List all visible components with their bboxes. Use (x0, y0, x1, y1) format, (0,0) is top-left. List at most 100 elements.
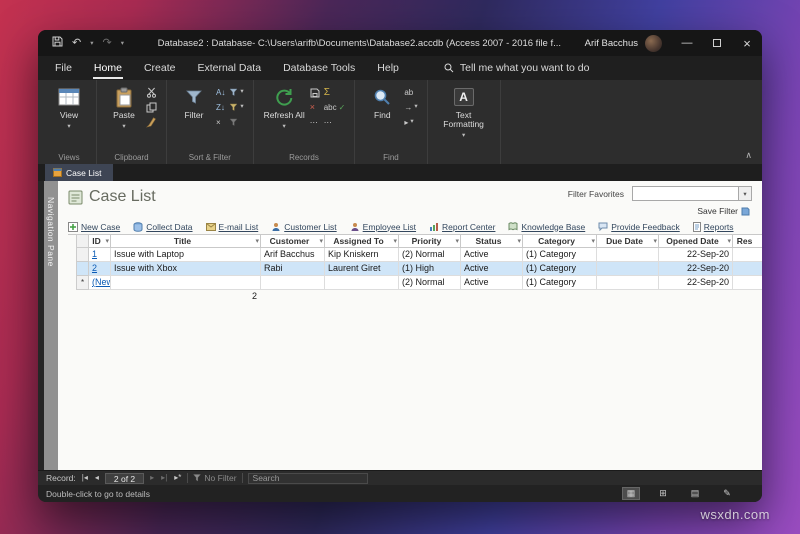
cell-opened-date[interactable]: 22-Sep-20 (659, 276, 733, 290)
cell-res[interactable] (733, 276, 762, 290)
save-icon[interactable] (52, 36, 63, 50)
cell-due-date[interactable] (597, 248, 659, 262)
column-header-opened-date[interactable]: Opened Date ▾ (659, 234, 733, 248)
tab-external-data[interactable]: External Data (196, 57, 262, 79)
tell-me-box[interactable]: Tell me what you want to do (444, 62, 589, 74)
copy-icon[interactable] (146, 102, 157, 113)
totals-icon[interactable]: Σ (324, 87, 346, 98)
tab-help[interactable]: Help (376, 57, 400, 79)
goto-icon[interactable]: → ▾ (404, 102, 417, 113)
close-button[interactable]: × (732, 30, 762, 56)
selection-filter-icon[interactable]: ▾ (229, 87, 244, 98)
collapse-ribbon-icon[interactable]: ∧ (745, 150, 752, 161)
design-view-icon[interactable]: ✎ (718, 487, 736, 500)
format-painter-icon[interactable] (146, 117, 157, 128)
cell-due-date[interactable] (597, 262, 659, 276)
save-record-icon[interactable] (310, 87, 320, 98)
customer-list-link[interactable]: Customer List (271, 222, 337, 232)
tab-home[interactable]: Home (92, 57, 123, 79)
row-selector[interactable] (76, 262, 89, 276)
cell-priority[interactable]: (2) Normal (399, 248, 461, 262)
account-name[interactable]: Arif Bacchus (585, 38, 638, 49)
undo-dropdown-icon[interactable]: ▾ (90, 39, 93, 47)
more-icon[interactable]: ⋯ (324, 117, 346, 128)
spelling-icon[interactable]: abc ✓ (324, 102, 346, 113)
view-button[interactable]: View ▾ (49, 82, 89, 130)
column-header-res[interactable]: Res (733, 234, 762, 248)
cell-opened-date[interactable]: 22-Sep-20 (659, 248, 733, 262)
cut-icon[interactable] (146, 87, 157, 98)
cell-category[interactable]: (1) Category (523, 248, 597, 262)
cell-due-date[interactable] (597, 276, 659, 290)
column-header-status[interactable]: Status ▾ (461, 234, 523, 248)
cell-priority[interactable]: (2) Normal (399, 276, 461, 290)
column-header-id[interactable]: ID ▾ (89, 234, 111, 248)
knowledge-base-link[interactable]: Knowledge Base (508, 222, 585, 232)
doc-tab-case-list[interactable]: Case List (45, 164, 114, 181)
new-case-link[interactable]: New Case (68, 221, 120, 232)
employee-list-link[interactable]: Employee List (350, 222, 416, 232)
maximize-button[interactable] (702, 30, 732, 56)
cell-status[interactable]: Active (461, 262, 523, 276)
advanced-filter-icon[interactable]: ▾ (229, 102, 244, 113)
cell-status[interactable]: Active (461, 248, 523, 262)
report-center-link[interactable]: Report Center (429, 222, 495, 232)
select-all-cell[interactable] (76, 234, 89, 248)
cell-id[interactable]: (New) (89, 276, 111, 290)
record-search-input[interactable] (247, 472, 368, 484)
provide-feedback-link[interactable]: Provide Feedback (598, 222, 680, 232)
pivot-view-icon[interactable]: ⊞ (654, 487, 672, 500)
find-button[interactable]: Find (362, 82, 402, 120)
cell-id[interactable]: 2 (89, 262, 111, 276)
cell-res[interactable] (733, 262, 762, 276)
cell-title[interactable]: Issue with Xbox (111, 262, 261, 276)
cell-category[interactable]: (1) Category (523, 276, 597, 290)
next-record-button[interactable]: ▸ (149, 474, 155, 482)
cell-category[interactable]: (1) Category (523, 262, 597, 276)
cell-id[interactable]: 1 (89, 248, 111, 262)
tab-create[interactable]: Create (143, 57, 177, 79)
column-header-category[interactable]: Category ▾ (523, 234, 597, 248)
filter-button[interactable]: Filter (174, 82, 214, 120)
column-header-priority[interactable]: Priority ▾ (399, 234, 461, 248)
cell-res[interactable] (733, 248, 762, 262)
datasheet-view-icon[interactable]: ▦ (622, 487, 640, 500)
replace-icon[interactable]: ab (404, 87, 417, 98)
no-filter-button[interactable]: No Filter (193, 473, 237, 483)
first-record-button[interactable]: |◂ (81, 474, 89, 482)
filter-favorites-combo[interactable]: ▾ (632, 186, 752, 201)
cell-priority[interactable]: (1) High (399, 262, 461, 276)
layout-view-icon[interactable]: ▤ (686, 487, 704, 500)
column-header-due-date[interactable]: Due Date ▾ (597, 234, 659, 248)
refresh-all-button[interactable]: Refresh All ▾ (261, 82, 308, 130)
cell-customer[interactable]: Arif Bacchus (261, 248, 325, 262)
cell-title[interactable]: Issue with Laptop (111, 248, 261, 262)
delete-record-icon[interactable]: × (310, 102, 320, 113)
sort-descending-icon[interactable]: Z↓ (216, 102, 225, 113)
paste-button[interactable]: Paste ▾ (104, 82, 144, 130)
cell-assigned-to[interactable]: Laurent Giret (325, 262, 399, 276)
email-list-link[interactable]: E-mail List (205, 222, 258, 232)
save-filter-link[interactable]: Save Filter (697, 206, 750, 216)
sort-ascending-icon[interactable]: A↓ (216, 87, 225, 98)
toggle-filter-icon[interactable] (229, 117, 243, 128)
row-selector[interactable] (76, 248, 89, 262)
column-header-title[interactable]: Title ▾ (111, 234, 261, 248)
record-position[interactable]: 2 of 2 (104, 472, 145, 484)
cell-status[interactable]: Active (461, 276, 523, 290)
qat-customize-icon[interactable]: ▾ (121, 39, 124, 47)
avatar[interactable] (645, 34, 662, 52)
column-header-customer[interactable]: Customer ▾ (261, 234, 325, 248)
column-header-assigned-to[interactable]: Assigned To ▾ (325, 234, 399, 248)
cell-opened-date[interactable]: 22-Sep-20 (659, 262, 733, 276)
undo-icon[interactable]: ↶ (72, 37, 81, 49)
collect-data-link[interactable]: Collect Data (133, 222, 193, 232)
new-row-selector[interactable]: * (76, 276, 89, 290)
cell-customer[interactable] (261, 276, 325, 290)
tab-database-tools[interactable]: Database Tools (282, 57, 356, 79)
tab-file[interactable]: File (54, 57, 73, 79)
cell-assigned-to[interactable] (325, 276, 399, 290)
text-formatting-button[interactable]: A Text Formatting ▾ (435, 82, 493, 139)
last-record-button[interactable]: ▸| (160, 474, 168, 482)
reports-link[interactable]: Reports (692, 221, 734, 232)
